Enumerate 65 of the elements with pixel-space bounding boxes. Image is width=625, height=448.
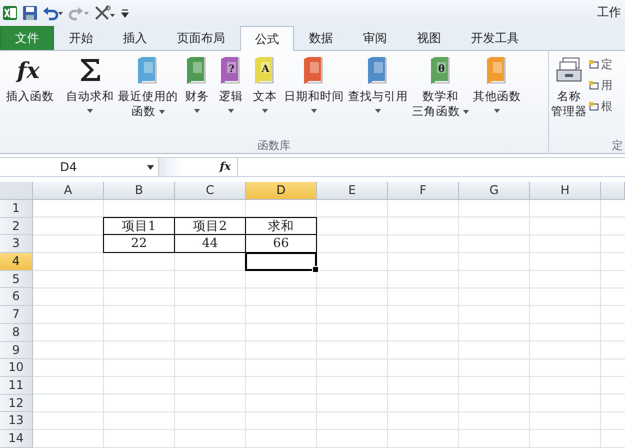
ribbon-small-button[interactable]: 用 (589, 78, 613, 93)
column-header[interactable]: B (104, 182, 175, 200)
table-cell: 66 (245, 234, 317, 254)
row-header[interactable]: 13 (0, 412, 33, 430)
row-header[interactable]: 14 (0, 430, 33, 448)
function-icon: fx (15, 55, 45, 85)
row-header[interactable]: 4 (0, 253, 33, 271)
row-header[interactable]: 10 (0, 359, 33, 377)
ribbon-button[interactable]: fx 插入函数 (0, 55, 60, 104)
row-header[interactable]: 8 (0, 324, 33, 342)
ribbon-tab[interactable]: 视图 (402, 26, 456, 50)
ribbon-button[interactable]: 日期和时间 (282, 55, 346, 113)
table-cell: 44 (174, 234, 246, 254)
table-cell: 求和 (245, 216, 317, 236)
ribbon-tab[interactable]: 开始 (54, 26, 108, 50)
column-header[interactable]: F (388, 182, 459, 200)
column-header[interactable]: A (33, 182, 104, 200)
column-header[interactable]: G (459, 182, 530, 200)
tag-icon (589, 102, 599, 112)
column-header[interactable]: E (317, 182, 388, 200)
group-label: 函数库 (258, 138, 290, 153)
ribbon-tab[interactable]: 页面布局 (162, 26, 240, 50)
file-tab[interactable]: 文件 (0, 26, 54, 50)
column-header[interactable]: H (530, 182, 601, 200)
caret-icon (147, 164, 154, 170)
ribbon-small-button[interactable]: 定 (589, 57, 613, 72)
ribbon-button[interactable]: A 文本 (248, 55, 282, 113)
save-icon[interactable] (22, 4, 38, 20)
ribbon-button[interactable]: 查找与引用 (346, 55, 410, 113)
ribbon-small-button[interactable]: 根 (589, 99, 613, 114)
ribbon-tab[interactable]: 审阅 (348, 26, 402, 50)
ribbon-button[interactable]: θ 数学和 三角函数 (410, 55, 471, 119)
ribbon-tab[interactable]: 开发工具 (456, 26, 534, 50)
row-header[interactable]: 11 (0, 376, 33, 395)
column-header[interactable]: C (175, 182, 246, 200)
ribbon-button[interactable]: 最近使用的 函数 (116, 55, 180, 119)
tag-icon (589, 80, 599, 90)
row-header[interactable]: 6 (0, 288, 33, 306)
row-header[interactable]: 5 (0, 270, 33, 288)
tag-icon (589, 60, 599, 70)
row-header[interactable]: 7 (0, 306, 33, 324)
ribbon-button[interactable]: 名称 管理器 (549, 55, 589, 119)
undo-icon[interactable] (42, 4, 64, 20)
ribbon-button[interactable]: ? 逻辑 (214, 55, 248, 113)
window-title: 工作 (597, 4, 622, 21)
row-header[interactable]: 12 (0, 394, 33, 412)
fill-handle[interactable] (312, 266, 319, 273)
row-header[interactable]: 2 (0, 218, 33, 236)
table-cell: 22 (103, 234, 175, 254)
active-cell[interactable] (245, 252, 317, 271)
ribbon-tab[interactable]: 插入 (108, 26, 162, 50)
row-header[interactable]: 9 (0, 342, 33, 360)
ribbon-button[interactable]: 财务 (180, 55, 214, 113)
table-cell: 项目1 (103, 216, 175, 236)
insert-function-button[interactable]: fx (159, 158, 238, 176)
ribbon-tab[interactable]: 数据 (294, 26, 348, 50)
row-header[interactable]: 3 (0, 235, 33, 254)
column-header[interactable]: D (246, 182, 317, 200)
ribbon-button[interactable]: 其他函数 (471, 55, 523, 113)
group-label: 定 (612, 138, 624, 153)
tools-icon[interactable] (94, 4, 116, 20)
ribbon-tab[interactable]: 公式 (240, 26, 294, 51)
ribbon-button[interactable]: 自动求和 (64, 55, 116, 113)
excel-icon[interactable] (2, 4, 18, 20)
row-header[interactable]: 1 (0, 200, 33, 218)
